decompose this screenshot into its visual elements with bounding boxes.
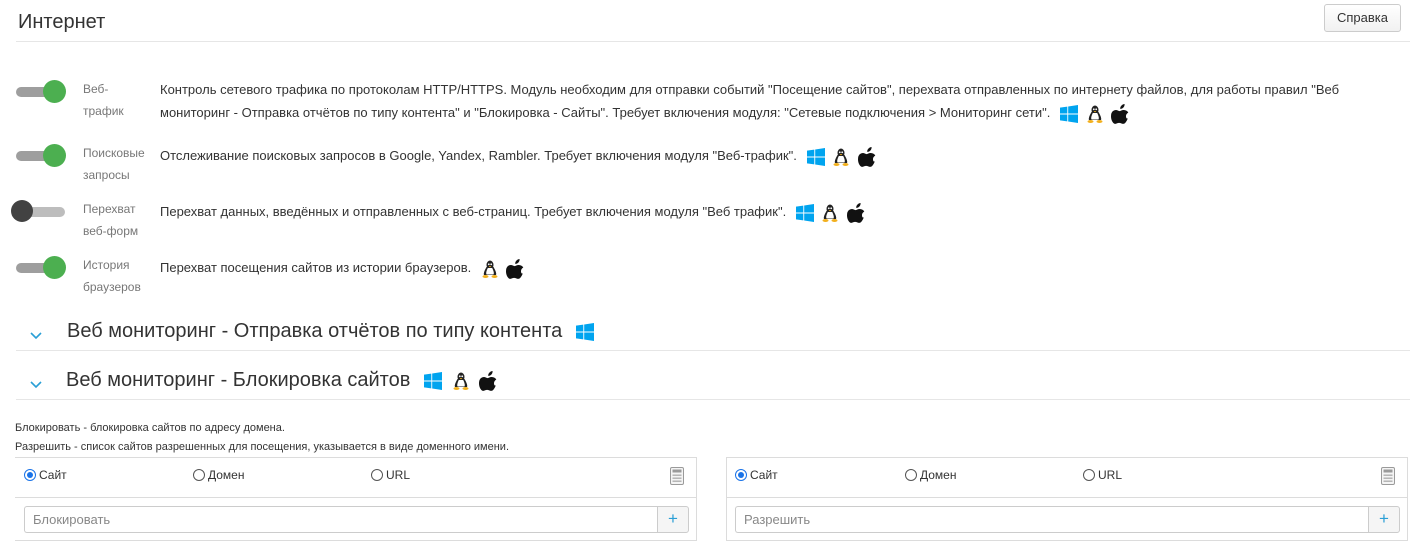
setting-name-line: Поисковые [83, 146, 145, 160]
chevron-down-icon[interactable] [28, 376, 44, 392]
setting-name-line: История [83, 258, 130, 272]
radio-label: URL [1098, 468, 1123, 482]
radio-circle [1083, 469, 1095, 481]
allow-list-panel: Сайт Домен URL + [726, 457, 1408, 541]
allow-type-radios: Сайт Домен URL [727, 458, 1407, 498]
radio-label: URL [386, 468, 411, 482]
setting-name: История браузеров [83, 254, 151, 298]
apple-icon [506, 258, 526, 280]
radio-circle [735, 469, 747, 481]
block-radio-domain[interactable]: Домен [193, 468, 245, 482]
windows-icon [1059, 105, 1078, 124]
web-forms-toggle[interactable] [11, 198, 65, 224]
linux-icon [481, 259, 499, 279]
setting-description: Контроль сетевого трафика по протоколам … [160, 78, 1375, 125]
setting-description-text: Контроль сетевого трафика по протоколам … [160, 82, 1340, 120]
windows-icon [575, 322, 594, 341]
web-traffic-toggle[interactable] [15, 78, 69, 104]
linux-icon [452, 371, 470, 391]
block-note: Блокировать - блокировка сайтов по адрес… [15, 422, 285, 434]
block-radio-site[interactable]: Сайт [24, 468, 67, 482]
setting-description: Перехват посещения сайтов из истории бра… [160, 256, 1375, 280]
radio-circle [905, 469, 917, 481]
radio-label: Домен [920, 468, 957, 482]
allow-input[interactable] [735, 506, 1368, 533]
toggle-knob [43, 256, 66, 279]
os-icons [795, 201, 871, 225]
block-type-radios: Сайт Домен URL [15, 458, 696, 498]
linux-icon [1086, 104, 1104, 124]
section-title-text: Веб мониторинг - Блокировка сайтов [66, 369, 411, 391]
section-site-blocking[interactable]: Веб мониторинг - Блокировка сайтов [16, 368, 1410, 400]
setting-name-line: запросы [83, 168, 130, 182]
radio-label: Сайт [750, 468, 778, 482]
apple-icon [857, 146, 878, 168]
radio-circle [193, 469, 205, 481]
os-icons [1059, 102, 1135, 126]
setting-name: Веб- трафик [83, 78, 151, 122]
setting-description: Отслеживание поисковых запросов в Google… [160, 144, 1375, 168]
setting-name: Перехват веб-форм [83, 198, 151, 242]
section-title-text: Веб мониторинг - Отправка отчётов по тип… [67, 320, 563, 342]
setting-name-line: Перехват [83, 202, 136, 216]
block-input[interactable] [24, 506, 657, 533]
apple-icon [1111, 103, 1131, 125]
page-header: Интернет Справка [16, 0, 1410, 42]
section-title: Веб мониторинг - Отправка отчётов по тип… [67, 320, 598, 343]
search-queries-toggle[interactable] [15, 142, 69, 168]
setting-description: Перехват данных, введённых и отправленны… [160, 200, 1375, 224]
toggle-knob [11, 200, 33, 222]
toggle-knob [43, 80, 66, 103]
block-add-button[interactable]: + [657, 506, 689, 533]
setting-name-line: веб-форм [83, 224, 139, 238]
os-icons [481, 257, 531, 281]
block-input-group: + [24, 506, 689, 533]
apple-icon [847, 202, 867, 224]
block-list-panel: Сайт Домен URL + [15, 457, 697, 541]
browser-history-toggle[interactable] [15, 254, 69, 280]
setting-name: Поисковые запросы [83, 142, 151, 186]
setting-description-text: Перехват посещения сайтов из истории бра… [160, 260, 472, 275]
windows-icon [806, 148, 825, 167]
linux-icon [821, 203, 839, 223]
allow-add-button[interactable]: + [1368, 506, 1400, 533]
import-list-icon[interactable] [670, 467, 684, 485]
help-button[interactable]: Справка [1324, 4, 1401, 32]
block-radio-url[interactable]: URL [371, 468, 410, 482]
os-icons [423, 369, 503, 392]
setting-name-line: браузеров [83, 280, 141, 294]
os-icons [806, 145, 882, 169]
allow-radio-site[interactable]: Сайт [735, 468, 778, 482]
windows-icon [423, 371, 442, 390]
radio-label: Домен [208, 468, 245, 482]
import-list-icon[interactable] [1381, 467, 1395, 485]
allow-radio-url[interactable]: URL [1083, 468, 1122, 482]
setting-description-text: Отслеживание поисковых запросов в Google… [160, 148, 797, 163]
radio-circle [24, 469, 36, 481]
setting-description-text: Перехват данных, введённых и отправленны… [160, 204, 787, 219]
allow-radio-domain[interactable]: Домен [905, 468, 957, 482]
section-content-reports[interactable]: Веб мониторинг - Отправка отчётов по тип… [16, 319, 1410, 351]
linux-icon [832, 147, 850, 167]
setting-name-line: трафик [83, 104, 124, 118]
allow-input-group: + [735, 506, 1400, 533]
radio-circle [371, 469, 383, 481]
chevron-down-icon[interactable] [28, 327, 44, 343]
setting-name-line: Веб- [83, 82, 109, 96]
toggle-knob [43, 144, 66, 167]
radio-label: Сайт [39, 468, 67, 482]
section-title: Веб мониторинг - Блокировка сайтов [66, 369, 503, 392]
os-icons [575, 320, 598, 343]
page-title: Интернет [18, 11, 106, 33]
allow-note: Разрешить - список сайтов разрешенных дл… [15, 441, 510, 453]
windows-icon [795, 204, 814, 223]
apple-icon [479, 370, 499, 392]
